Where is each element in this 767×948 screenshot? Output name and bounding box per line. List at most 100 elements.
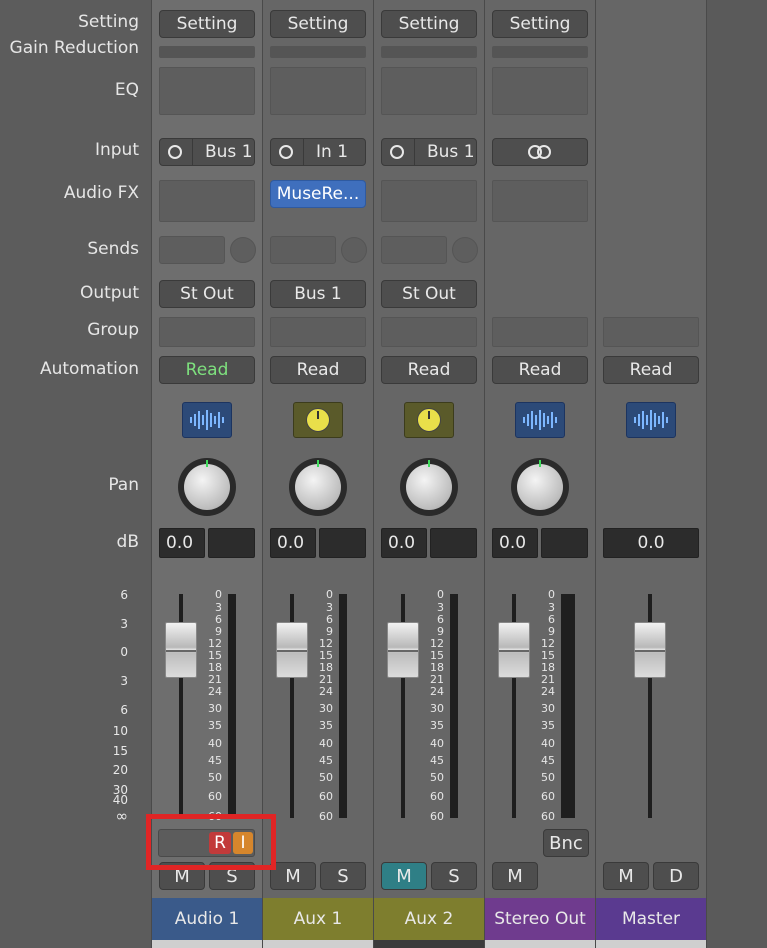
meter-scale-label: 0 — [215, 588, 222, 601]
channel-type-icon[interactable] — [182, 402, 232, 438]
bounce-button[interactable]: Bnc — [543, 829, 589, 857]
volume-fader[interactable]: 0 3 6 9 12 15 18 21 24 30 35 40 45 50 60 60 — [485, 588, 595, 823]
volume-db-display[interactable]: 0.0 — [159, 528, 205, 558]
solo-button[interactable]: S — [320, 862, 366, 890]
pan-knob[interactable] — [289, 458, 347, 516]
meter-scale-label: 50 — [430, 771, 444, 784]
channel-name[interactable]: Master — [596, 898, 706, 940]
volume-fader[interactable] — [596, 588, 706, 823]
meter-scale-label: 9 — [215, 625, 222, 638]
highlight-box — [146, 814, 276, 870]
pan-knob[interactable] — [400, 458, 458, 516]
meter-scale-label: 12 — [208, 637, 222, 650]
volume-fader[interactable]: 0 3 6 9 12 15 18 21 24 30 35 40 45 50 60 60 — [374, 588, 484, 823]
meter-scale-label: 18 — [319, 661, 333, 674]
solo-button[interactable]: S — [431, 862, 477, 890]
output-slot[interactable]: St Out — [159, 280, 255, 308]
meter-scale: 0 3 6 9 12 15 18 21 24 30 35 40 45 50 60 60 — [521, 588, 555, 823]
scale-label: 15 — [112, 744, 128, 758]
eq-display[interactable] — [381, 67, 477, 115]
audio-fx-plugin[interactable]: MuseRe... — [270, 180, 366, 208]
send-slot[interactable] — [159, 236, 225, 264]
setting-button[interactable]: Setting — [492, 10, 588, 38]
automation-mode-button[interactable]: Read — [270, 356, 366, 384]
group-slot[interactable] — [492, 317, 588, 347]
meter-scale: 0 3 6 9 12 15 18 21 24 30 35 40 45 50 60 60 — [410, 588, 444, 823]
group-slot[interactable] — [381, 317, 477, 347]
volume-db-display[interactable]: 0.0 — [603, 528, 699, 558]
group-label: Group — [87, 320, 139, 340]
mute-button[interactable]: M — [381, 862, 427, 890]
balance-knob[interactable] — [511, 458, 569, 516]
setting-button[interactable]: Setting — [159, 10, 255, 38]
setting-button[interactable]: Setting — [381, 10, 477, 38]
channel-type-icon[interactable] — [626, 402, 676, 438]
volume-fader[interactable]: 0 3 6 9 12 15 18 21 24 30 35 40 45 50 60 60 — [152, 588, 262, 823]
channel-type-icon[interactable] — [404, 402, 454, 438]
output-slot[interactable]: Bus 1 — [270, 280, 366, 308]
input-slot[interactable]: Bus 1 — [159, 138, 255, 166]
volume-fader[interactable]: 0 3 6 9 12 15 18 21 24 30 35 40 45 50 60 60 — [263, 588, 373, 823]
group-slot[interactable] — [270, 317, 366, 347]
meter-scale-label: 60 — [541, 810, 555, 823]
fader-cap[interactable] — [634, 622, 666, 678]
peak-level-display — [541, 528, 588, 558]
eq-display[interactable] — [492, 67, 588, 115]
scale-label: 6 — [120, 703, 128, 717]
channel-type-icon[interactable] — [515, 402, 565, 438]
meter-scale-label: 30 — [319, 702, 333, 715]
input-slot[interactable]: Bus 1 — [381, 138, 477, 166]
send-level-knob[interactable] — [452, 237, 478, 263]
meter-scale-label: 3 — [548, 601, 555, 614]
audio-fx-slot[interactable] — [492, 180, 588, 222]
automation-mode-button[interactable]: Read — [492, 356, 588, 384]
meter-scale-label: 21 — [430, 673, 444, 686]
meter-scale-label: 15 — [541, 649, 555, 662]
setting-label: Setting — [78, 12, 139, 32]
automation-mode-button[interactable]: Read — [159, 356, 255, 384]
meter-scale-label: 40 — [541, 737, 555, 750]
send-slot[interactable] — [381, 236, 447, 264]
channel-name[interactable]: Audio 1 — [152, 898, 262, 940]
setting-button[interactable]: Setting — [270, 10, 366, 38]
level-meter — [450, 594, 458, 818]
scale-label: ∞ — [115, 807, 129, 825]
meter-scale-label: 45 — [319, 754, 333, 767]
automation-mode-button[interactable]: Read — [603, 356, 699, 384]
mono-icon — [390, 145, 404, 159]
fader-scale-left: 6 3 0 3 6 10 15 20 30 40 ∞ — [110, 588, 150, 825]
volume-db-display[interactable]: 0.0 — [381, 528, 427, 558]
mute-button[interactable]: M — [603, 862, 649, 890]
eq-label: EQ — [114, 80, 139, 100]
meter-scale-label: 9 — [437, 625, 444, 638]
group-slot[interactable] — [159, 317, 255, 347]
volume-db-display[interactable]: 0.0 — [492, 528, 538, 558]
audio-fx-slot[interactable] — [381, 180, 477, 222]
eq-display[interactable] — [159, 67, 255, 115]
meter-scale-label: 0 — [548, 588, 555, 601]
automation-mode-button[interactable]: Read — [381, 356, 477, 384]
eq-display[interactable] — [270, 67, 366, 115]
channel-type-icon[interactable] — [293, 402, 343, 438]
send-level-knob[interactable] — [341, 237, 367, 263]
meter-scale-label: 12 — [541, 637, 555, 650]
meter-scale-label: 60 — [319, 790, 333, 803]
dim-button[interactable]: D — [653, 862, 699, 890]
group-slot[interactable] — [603, 317, 699, 347]
mute-button[interactable]: M — [492, 862, 538, 890]
input-slot[interactable]: In 1 — [270, 138, 366, 166]
meter-scale-label: 45 — [430, 754, 444, 767]
channel-strip-master: Read 0.0 M D Master — [595, 0, 706, 948]
mute-button[interactable]: M — [270, 862, 316, 890]
audio-fx-slot[interactable] — [159, 180, 255, 222]
channel-name[interactable]: Aux 1 — [263, 898, 373, 940]
pan-knob[interactable] — [178, 458, 236, 516]
send-slot[interactable] — [270, 236, 336, 264]
send-level-knob[interactable] — [230, 237, 256, 263]
channel-name[interactable]: Stereo Out — [485, 898, 595, 940]
output-slot[interactable]: St Out — [381, 280, 477, 308]
input-slot[interactable] — [492, 138, 588, 166]
volume-db-display[interactable]: 0.0 — [270, 528, 316, 558]
meter-scale-label: 0 — [326, 588, 333, 601]
channel-name[interactable]: Aux 2 — [374, 898, 484, 940]
